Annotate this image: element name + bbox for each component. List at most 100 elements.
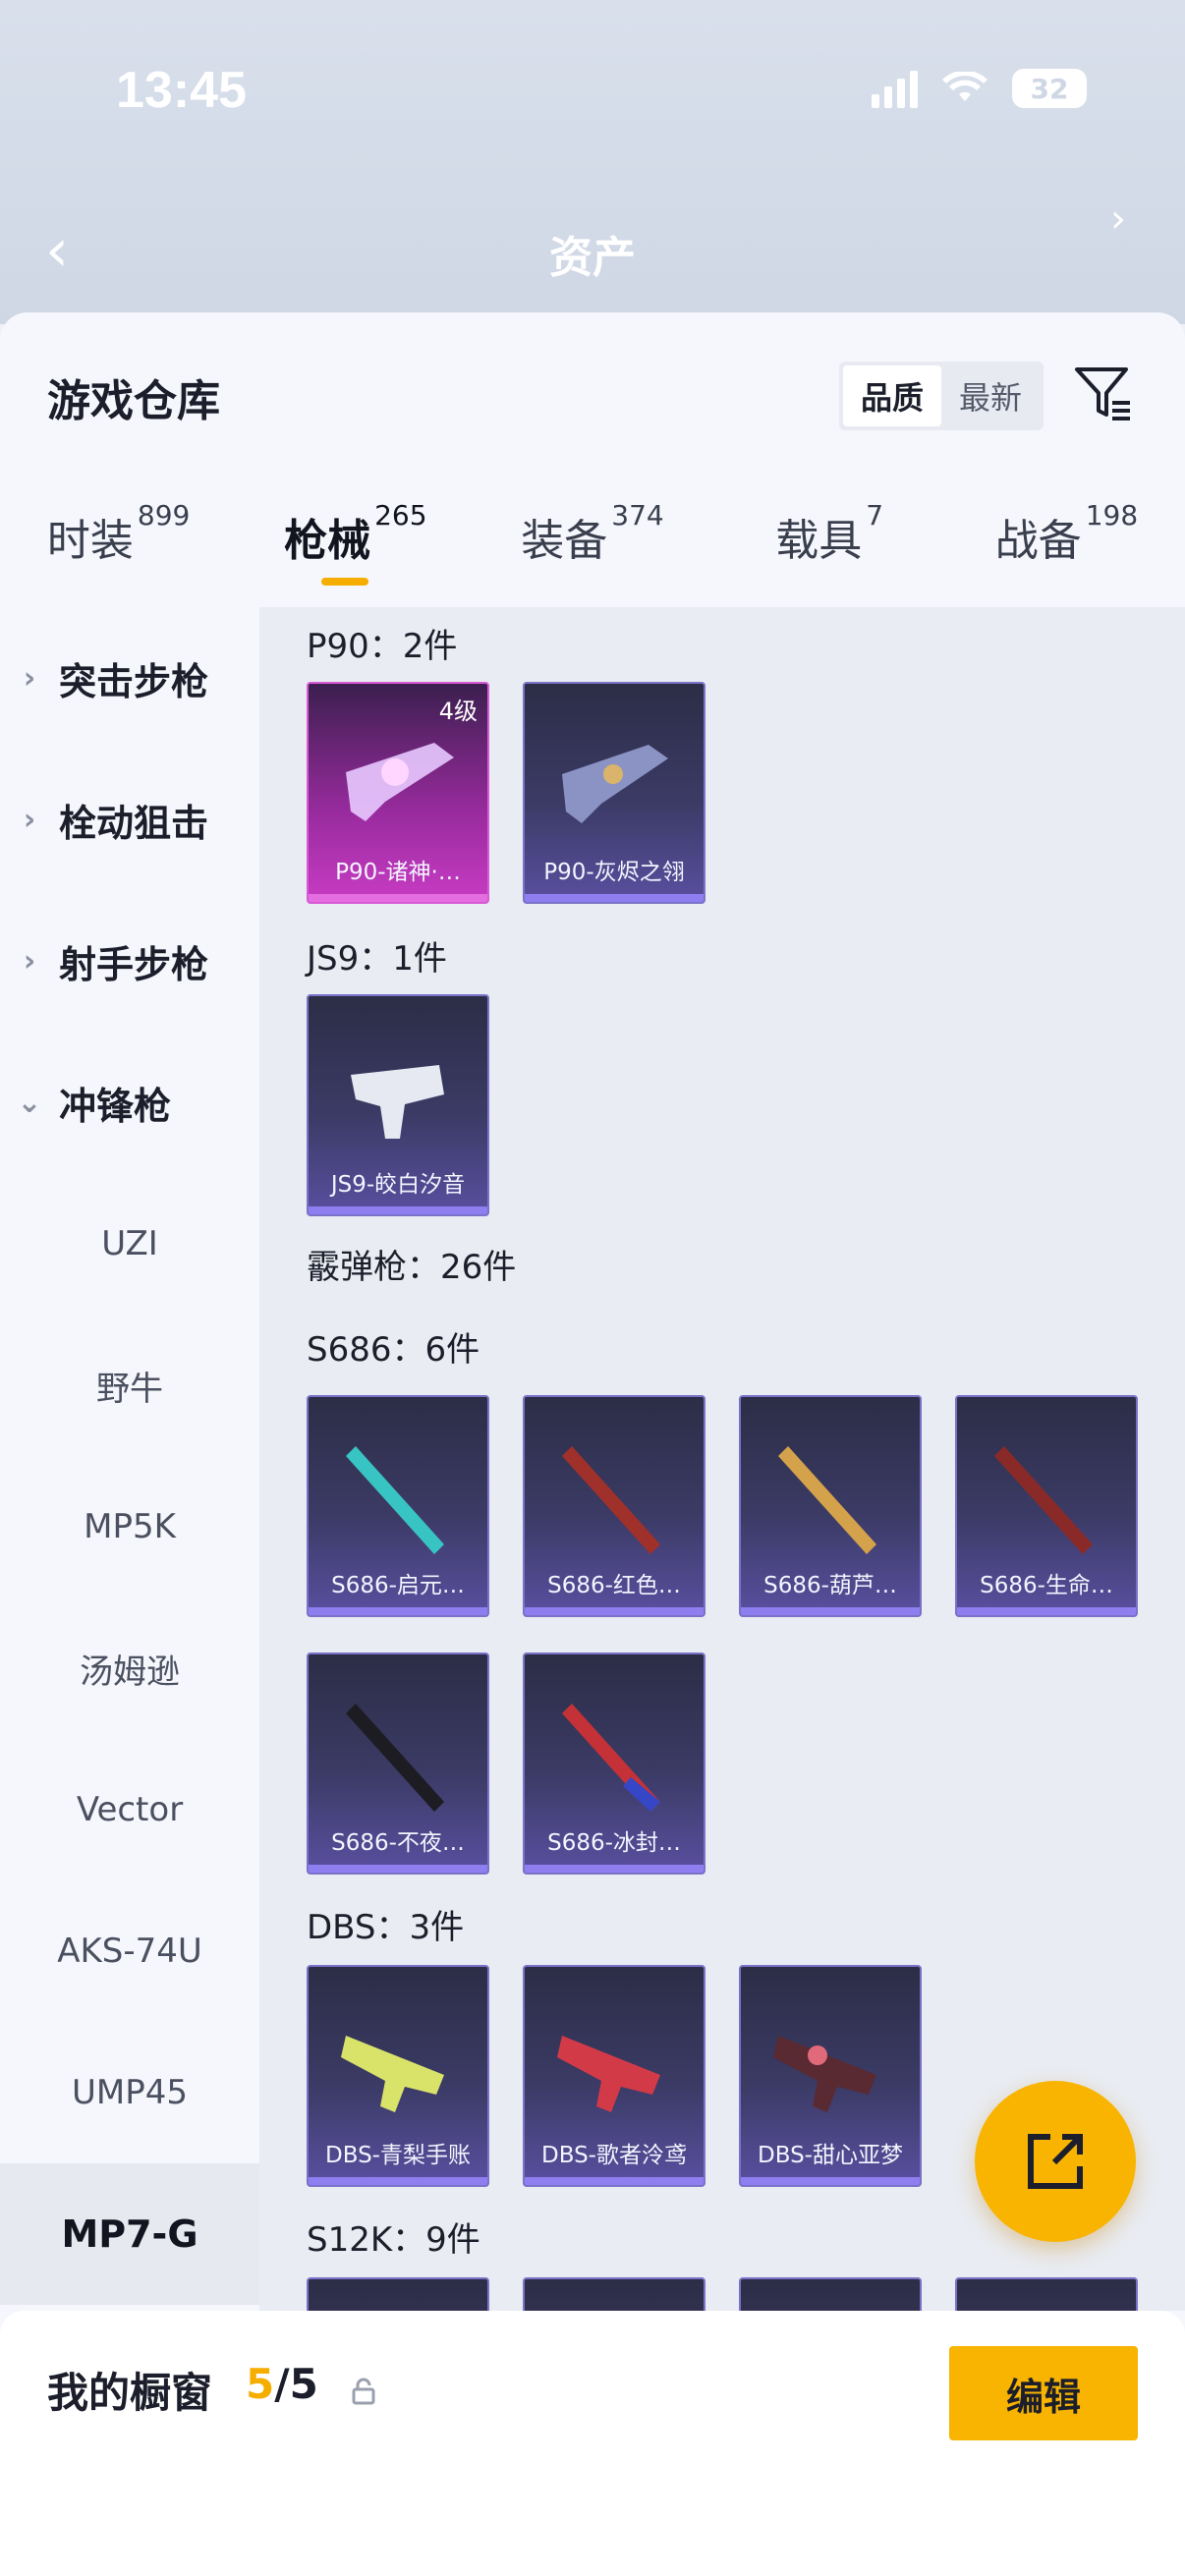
sidebar-item-bolt-sniper[interactable]: › 栓动狙击 [0,749,259,890]
chevron-right-icon: › [1110,196,1126,242]
tab-supplies[interactable]: 战备 198 [948,499,1185,603]
edit-button[interactable]: 编辑 [949,2346,1138,2440]
weapon-name: DBS-青梨手账 [325,2143,471,2168]
sidebar-item-smg[interactable]: ⌄ 冲锋枪 [0,1032,259,1173]
tab-count: 265 [374,499,427,532]
lock-icon [352,2378,375,2405]
background-header: 13:45 32 ‹ 资产 › [0,0,1185,324]
sidebar-sub-aks74u[interactable]: AKS-74U [0,1880,259,2022]
sidebar-item-label: 冲锋枪 [59,1084,172,1128]
showcase-total: 5 [289,2360,318,2408]
tab-label: 时装 [46,516,134,566]
sheet-title: 游戏仓库 [47,376,220,426]
weapon-card[interactable]: DBS-歌者泠鸢 [523,1965,705,2187]
weapon-name: S686-冰封… [547,1830,681,1856]
tab-label: 装备 [521,516,608,566]
section-title-dbs: DBS：3件 [307,1908,465,1947]
page-title: 资产 [549,233,636,283]
weapon-type-sidebar: › 突击步枪 › 栓动狙击 › 射手步枪 ⌄ 冲锋枪 UZI 野牛 MP5K 汤姆逊 V… [0,607,259,2313]
filter-icon[interactable] [1071,360,1136,424]
weapon-name: S686-不夜… [331,1830,465,1856]
tab-label: 载具 [775,516,863,566]
weapon-card[interactable] [739,2277,922,2311]
rarity-bar [525,894,704,902]
weapon-name: DBS-歌者泠鸢 [541,2143,687,2168]
share-button[interactable] [975,2081,1136,2242]
weapon-name: S686-红色… [547,1573,681,1598]
sort-latest-option[interactable]: 最新 [941,365,1040,426]
sidebar-item-label: 栓动狙击 [59,801,209,845]
sidebar-sub-bison[interactable]: 野牛 [0,1315,259,1456]
shotgun-skin-icon [562,1446,660,1554]
tab-vehicles[interactable]: 载具 7 [711,499,948,603]
tab-weapons[interactable]: 枪械 265 [237,499,474,603]
chevron-right-icon: › [23,943,36,979]
rarity-bar [309,1206,487,1214]
weapon-card[interactable]: S686-生命… [955,1395,1138,1617]
weapon-name: S686-生命… [980,1573,1113,1598]
weapon-card[interactable]: DBS-青梨手账 [307,1965,489,2187]
tab-count: 374 [611,499,664,532]
js9-skin-icon [351,1065,444,1139]
weapon-name: P90-诸神·… [335,860,461,885]
section-title-s686: S686：6件 [307,1330,480,1370]
category-tabs: 时装 899 枪械 265 装备 374 载具 7 战备 198 [0,499,1185,603]
section-title-js9: JS9：1件 [307,939,447,979]
weapon-list: P90：2件 4级 P90-诸神·… P90-灰烬之翎 JS9：1件 JS9-皎… [259,607,1185,2311]
rarity-bar [741,1607,920,1615]
weapon-name: P90-灰烬之翎 [543,860,685,885]
rarity-bar [525,2177,704,2185]
sidebar-sub-mp5k[interactable]: MP5K [0,1456,259,1597]
weapon-card[interactable] [307,2277,489,2311]
rarity-bar [525,1865,704,1873]
weapon-card[interactable]: P90-灰烬之翎 [523,682,705,904]
sort-quality-option[interactable]: 品质 [843,365,941,426]
weapon-card[interactable]: DBS-甜心亚梦 [739,1965,922,2187]
sidebar-item-label: 射手步枪 [59,942,209,986]
weapon-card[interactable]: JS9-皎白汐音 [307,994,489,1216]
weapon-card[interactable] [955,2277,1138,2311]
weapon-card[interactable]: S686-不夜… [307,1652,489,1875]
showcase-count: 5/5 [246,2360,318,2408]
weapon-card[interactable]: S686-红色… [523,1395,705,1617]
sidebar-item-assault-rifle[interactable]: › 突击步枪 [0,607,259,749]
tab-label: 战备 [994,516,1082,566]
weapon-card[interactable] [523,2277,705,2311]
section-title-s12k: S12K：9件 [307,2220,480,2260]
shotgun-skin-icon [346,1704,444,1812]
rarity-bar [957,1607,1136,1615]
weapon-card[interactable]: S686-启元… [307,1395,489,1617]
dbs-skin-icon [341,2036,444,2112]
weapon-card[interactable]: 4级 P90-诸神·… [307,682,489,904]
dbs-skin-icon [773,2036,876,2112]
sidebar-sub-thompson[interactable]: 汤姆逊 [0,1597,259,1739]
section-title-p90: P90：2件 [307,627,458,666]
tab-count: 7 [866,499,884,532]
wifi-icon [942,72,988,101]
weapon-card[interactable]: S686-葫芦… [739,1395,922,1617]
dbs-skin-icon [557,2036,660,2112]
sidebar-sub-ump45[interactable]: UMP45 [0,2022,259,2163]
tab-equipment[interactable]: 装备 374 [474,499,710,603]
signal-icon [872,69,918,108]
tab-fashion[interactable]: 时装 899 [0,499,237,603]
showcase-current: 5 [246,2360,275,2408]
shotgun-skin-icon [994,1446,1093,1554]
status-time: 13:45 [116,62,247,119]
sidebar-sub-mp7g[interactable]: MP7-G [0,2163,259,2305]
sort-toggle: 品质 最新 [839,362,1044,430]
showcase-bar: 我的橱窗 5/5 编辑 [0,2311,1185,2576]
rarity-bar [309,894,487,902]
sidebar-sub-vector[interactable]: Vector [0,1739,259,1880]
shotgun-skin-icon [562,1704,660,1812]
sidebar-item-marksman-rifle[interactable]: › 射手步枪 [0,890,259,1032]
battery-icon: 32 [1012,69,1087,108]
active-tab-indicator [321,578,369,586]
sidebar-sub-uzi[interactable]: UZI [0,1173,259,1315]
rarity-bar [525,1607,704,1615]
rarity-bar [309,1865,487,1873]
weapon-card[interactable]: S686-冰封… [523,1652,705,1875]
status-icons: 32 [872,69,1087,108]
tab-label: 枪械 [284,516,371,566]
shotgun-skin-icon [778,1446,876,1554]
